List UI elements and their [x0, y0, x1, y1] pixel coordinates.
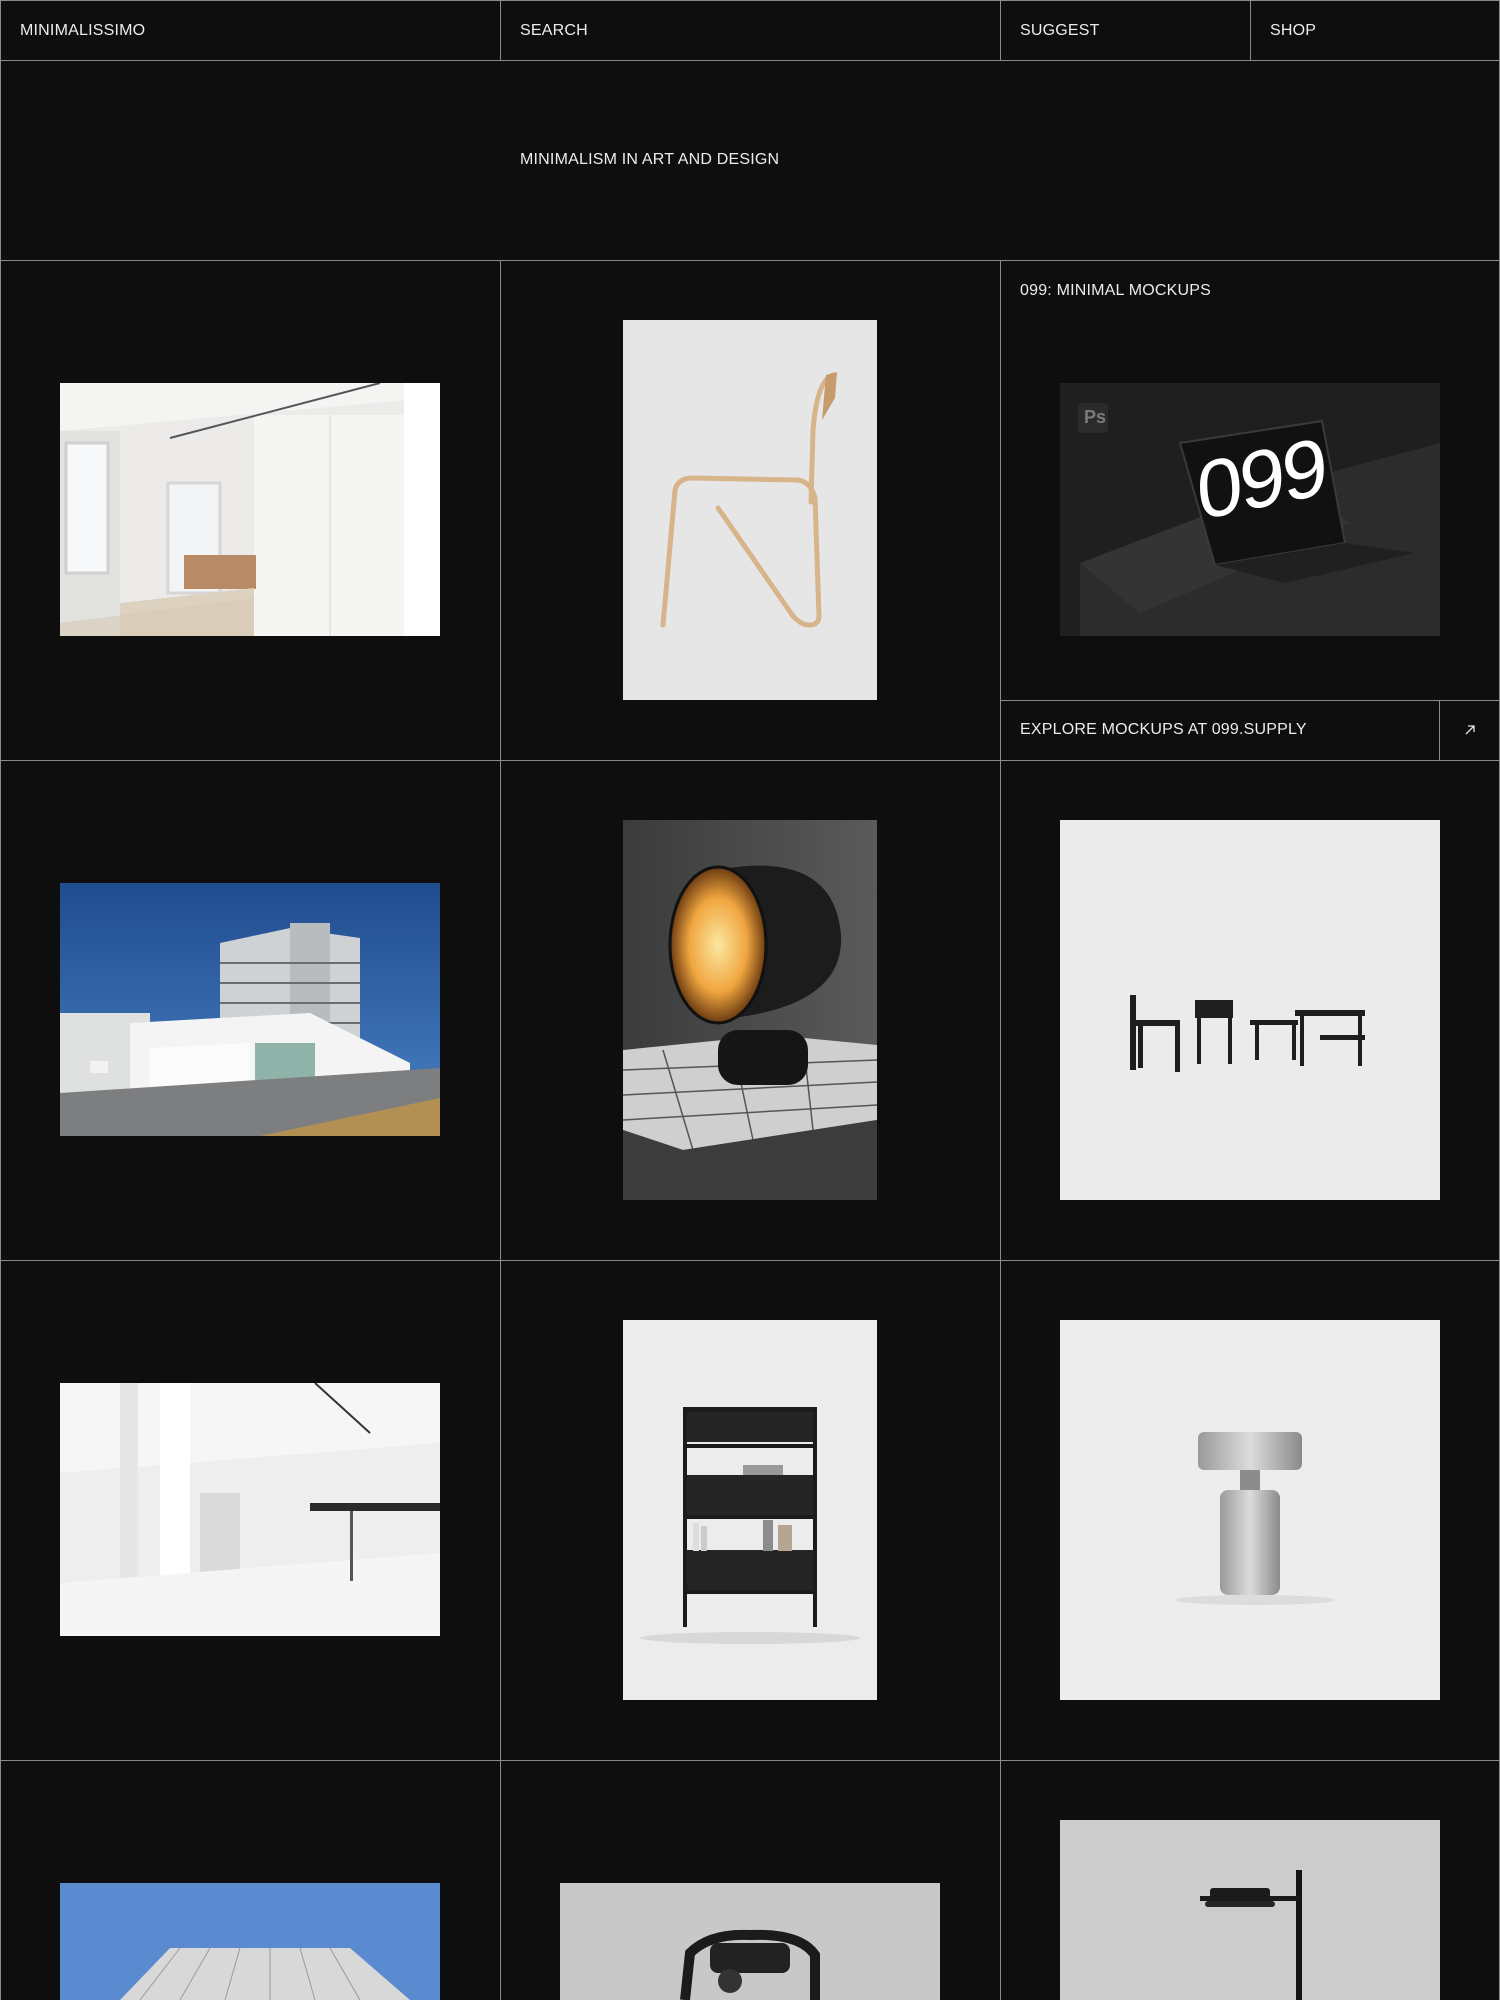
white-house-architecture-photo[interactable] [60, 883, 440, 1136]
promo-title: 099: MINIMAL MOCKUPS [1020, 282, 1212, 299]
photoshop-badge: Ps [1084, 407, 1107, 427]
black-chair-photo[interactable] [560, 1883, 940, 2000]
arrow-up-right-icon [1465, 725, 1475, 735]
laptop-mockup-photo[interactable]: Ps 099 [1060, 383, 1440, 636]
external-link-button[interactable] [1440, 700, 1499, 760]
grid-line [500, 260, 501, 2000]
roof-sky-photo[interactable] [60, 1883, 440, 2000]
glowing-lamp-photo[interactable] [623, 820, 877, 1200]
floor-lamp-photo[interactable] [1060, 1820, 1440, 2000]
site-tagline: MINIMALISM IN ART AND DESIGN [520, 151, 780, 168]
interior-room-photo[interactable] [60, 383, 440, 636]
white-gallery-interior-photo[interactable] [60, 1383, 440, 1636]
brand-logo-link[interactable]: MINIMALISSIMO [0, 0, 500, 61]
grid-line [0, 260, 1500, 261]
shop-link[interactable]: SHOP [1250, 0, 1500, 61]
explore-mockups-link[interactable]: EXPLORE MOCKUPS AT 099.SUPPLY [1000, 700, 1440, 760]
grid-line [0, 0, 1, 2000]
grid-line [1000, 260, 1001, 2000]
metal-table-lamp-photo[interactable] [1060, 1320, 1440, 1700]
bent-wood-chair-photo[interactable] [623, 320, 877, 700]
grid-line [0, 1260, 1500, 1261]
suggest-link[interactable]: SUGGEST [1000, 0, 1250, 61]
chairs-and-table-photo[interactable] [1060, 820, 1440, 1200]
grid-line [0, 760, 1500, 761]
black-shelf-photo[interactable] [623, 1320, 877, 1700]
search-link[interactable]: SEARCH [500, 0, 1000, 61]
grid-line [0, 1760, 1500, 1761]
